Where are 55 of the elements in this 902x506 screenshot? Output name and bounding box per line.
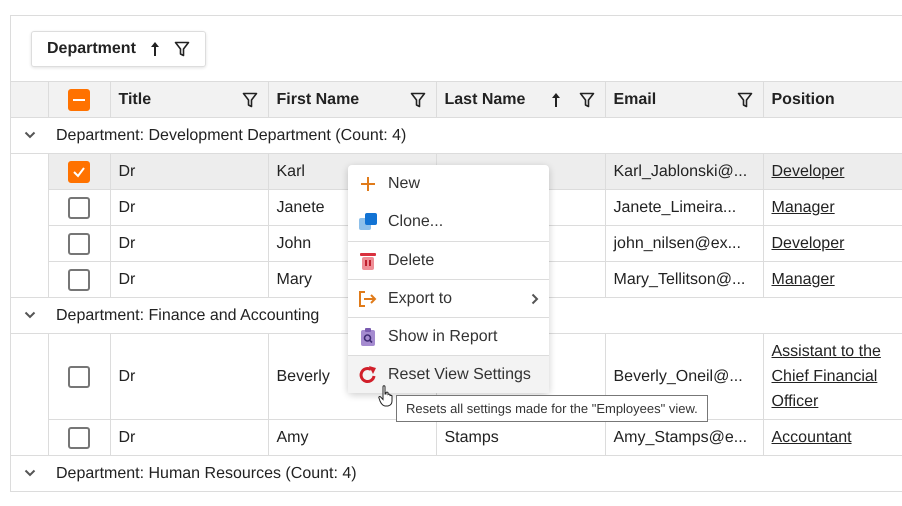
filter-icon[interactable] [242, 92, 258, 108]
group-row-label: Department: Development Department (Count: 4) [56, 126, 406, 144]
table-cell: Dr [118, 368, 136, 384]
copy-icon [358, 212, 378, 232]
table-cell: Mary [276, 270, 312, 288]
tooltip: Resets all settings made for the "Employees" view. [396, 395, 708, 422]
menu-item[interactable]: Clone... [348, 203, 549, 241]
row-checkbox[interactable] [68, 268, 90, 290]
table-cell: Janete_Limeira... [614, 198, 736, 216]
chevron-icon[interactable] [24, 311, 36, 320]
minus-icon [73, 98, 85, 100]
filter-icon[interactable] [410, 92, 426, 108]
table-cell: Janete [276, 198, 325, 216]
reset-icon [358, 364, 378, 384]
chevron-icon[interactable] [24, 131, 36, 140]
table-cell: Amy [276, 428, 308, 446]
column-header[interactable]: Title [118, 90, 152, 108]
table-cell: John [276, 234, 312, 252]
filter-icon[interactable] [736, 92, 752, 108]
table-cell: Beverly [276, 368, 330, 384]
checkmark-icon [72, 164, 86, 178]
row-checkbox[interactable] [68, 160, 90, 182]
table-cell: Dr [118, 162, 136, 180]
table-cell: Dr [118, 234, 136, 252]
table-cell: Mary_Tellitson@... [614, 270, 746, 288]
row-checkbox[interactable] [68, 426, 90, 448]
report-search-icon [358, 326, 378, 346]
table-cell: Stamps [444, 428, 499, 446]
select-all-checkbox[interactable] [68, 88, 90, 110]
column-header[interactable]: Email [614, 90, 656, 108]
menu-item[interactable]: Export to [348, 279, 549, 317]
menu-item[interactable]: Delete [348, 241, 549, 279]
filter-icon[interactable] [174, 40, 190, 56]
export-icon [358, 290, 378, 308]
table-cell: Dr [118, 428, 136, 446]
hand-cursor-icon [378, 385, 394, 407]
table-cell: Beverly_Oneil@... [614, 368, 743, 384]
table-cell: Amy_Stamps@e... [614, 428, 748, 446]
row-checkbox[interactable] [68, 196, 90, 218]
menu-item[interactable]: Reset View Settings [348, 355, 549, 393]
row-checkbox[interactable] [68, 232, 90, 254]
group-row-label: Department: Human Resources (Count: 4) [56, 464, 357, 482]
chevron-icon[interactable] [24, 469, 36, 478]
group-row-label: Department: Finance and Accounting [56, 306, 320, 324]
menu-item[interactable]: New [348, 165, 549, 203]
plus-icon [358, 175, 378, 193]
table-cell: Karl_Jablonski@... [614, 162, 748, 180]
trash-icon [358, 250, 378, 270]
filter-icon[interactable] [578, 92, 594, 108]
row-checkbox[interactable] [68, 366, 90, 388]
group-chip[interactable]: Department [31, 30, 206, 66]
table-cell: Karl [276, 162, 305, 180]
table-cell: john_nilsen@ex... [614, 234, 741, 252]
table-cell: Dr [118, 198, 136, 216]
table-cell: Dr [118, 270, 136, 288]
